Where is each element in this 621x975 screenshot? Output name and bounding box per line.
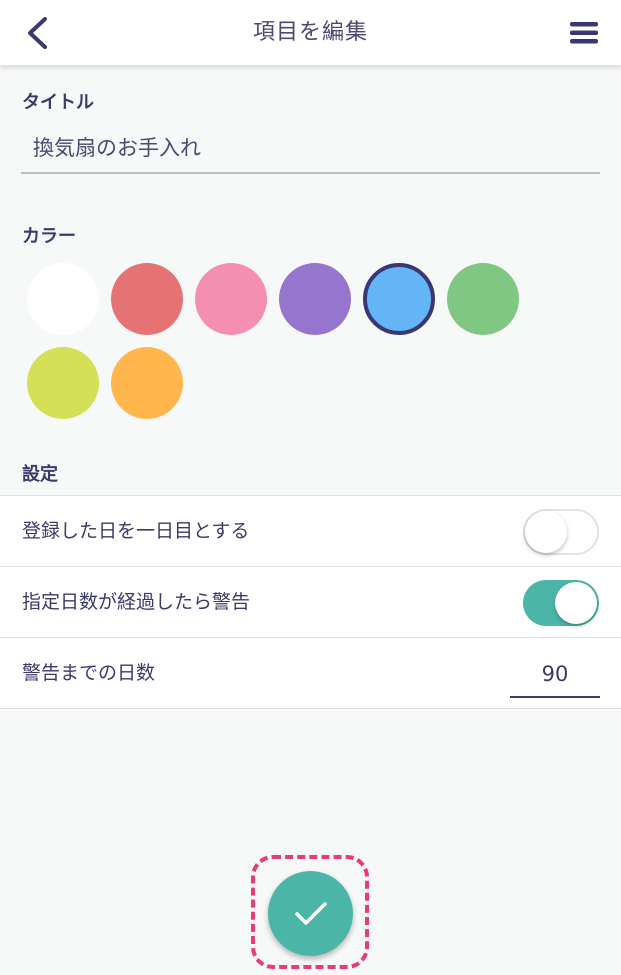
- color-swatch-blue[interactable]: [363, 263, 435, 335]
- setting-label-warning: 指定日数が経過したら警告: [22, 591, 251, 613]
- color-swatch-lime[interactable]: [27, 347, 99, 419]
- menu-button[interactable]: [565, 14, 603, 52]
- color-swatch-orange[interactable]: [111, 347, 183, 419]
- page-title: 項目を編集: [252, 20, 368, 45]
- color-swatch-green[interactable]: [447, 263, 519, 335]
- checkmark-icon: [294, 901, 327, 925]
- title-input[interactable]: [21, 122, 600, 174]
- setting-row-warning: 指定日数が経過したら警告: [0, 566, 621, 637]
- color-swatch-red[interactable]: [111, 263, 183, 335]
- setting-label-first-day: 登録した日を一日目とする: [22, 520, 250, 542]
- color-swatch-purple[interactable]: [279, 263, 351, 335]
- hamburger-menu-icon: [570, 22, 598, 44]
- days-until-warning-input[interactable]: [510, 652, 600, 698]
- setting-label-days: 警告までの日数: [22, 662, 156, 684]
- warning-toggle[interactable]: [523, 580, 599, 626]
- toggle-knob: [555, 582, 597, 624]
- app-header: 項目を編集: [0, 0, 621, 66]
- setting-row-first-day: 登録した日を一日目とする: [0, 495, 621, 566]
- toggle-knob: [525, 511, 567, 553]
- color-section-label: カラー: [22, 226, 76, 247]
- setting-row-days: 警告までの日数: [0, 637, 621, 709]
- settings-section-label: 設定: [22, 464, 58, 485]
- settings-list: 登録した日を一日目とする 指定日数が経過したら警告 警告までの日数: [0, 495, 621, 709]
- title-section-label: タイトル: [22, 92, 94, 113]
- color-swatch-white[interactable]: [27, 263, 99, 335]
- color-swatch-pink[interactable]: [195, 263, 267, 335]
- first-day-toggle[interactable]: [523, 509, 599, 555]
- confirm-button[interactable]: [268, 871, 353, 956]
